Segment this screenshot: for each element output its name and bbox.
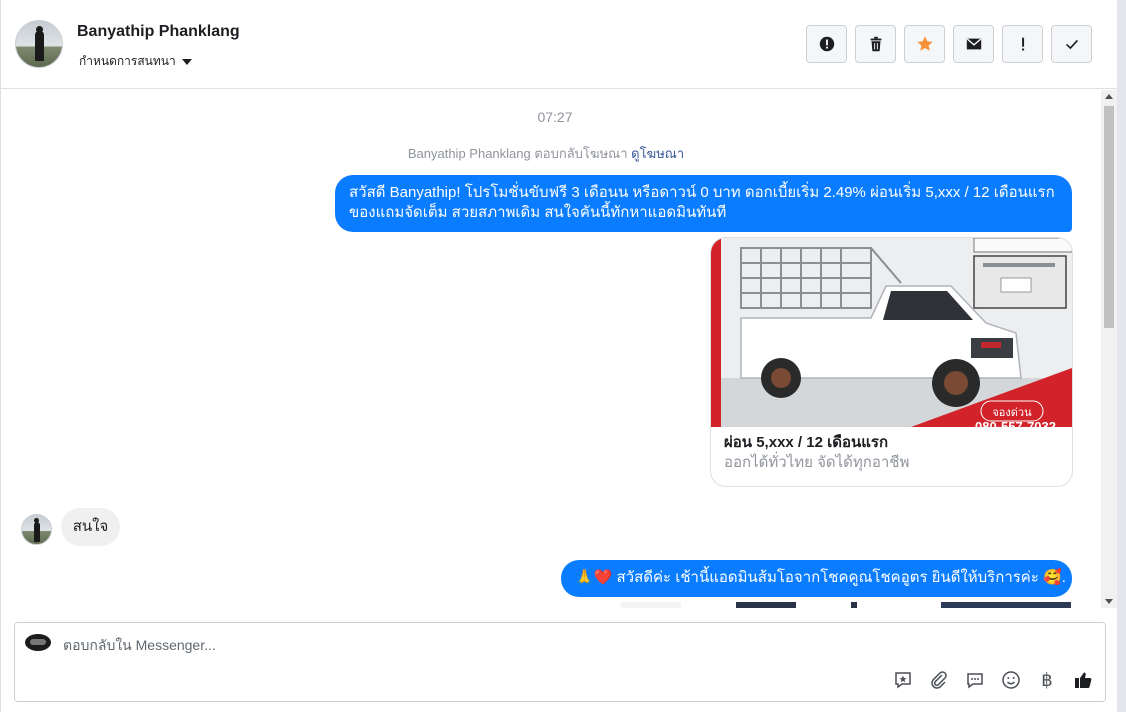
scroll-thumb[interactable] [1104, 106, 1114, 328]
alert-circle-icon [819, 36, 834, 52]
ad-card[interactable]: จองด่วน 080-557-7032 ผ่อน 5,xxx / 12 เดื… [710, 237, 1073, 487]
attachment-preview-strip [621, 601, 1071, 608]
follow-up-button[interactable] [1002, 25, 1043, 63]
paperclip-icon [931, 671, 947, 689]
outgoing-message: 🙏❤️ สวัสดีค่ะ เช้านี้แอดมินส้มโอจากโชคคู… [561, 560, 1072, 597]
avatar-figure-body [35, 31, 44, 61]
emoji-icon [1002, 671, 1020, 689]
ad-reply-text: Banyathip Phanklang ตอบกลับโฆษณา [407, 146, 628, 161]
message-composer: ฿ [14, 622, 1106, 702]
mark-spam-button[interactable] [806, 25, 847, 63]
messenger-app: Banyathip Phanklang กำหนดการสนทนา 07:27 … [0, 0, 1126, 712]
right-border [1117, 0, 1126, 712]
delete-button[interactable] [855, 25, 896, 63]
view-ad-link[interactable]: ดูโฆษณา [631, 146, 684, 161]
composer-actions: ฿ [892, 669, 1094, 691]
caret-down-icon [181, 58, 192, 65]
message-scrollbar[interactable] [1101, 90, 1117, 608]
baht-icon: ฿ [1041, 669, 1053, 691]
contact-name[interactable]: Banyathip Phanklang [77, 23, 240, 41]
contact-avatar[interactable] [15, 20, 63, 68]
scroll-up-arrow-icon[interactable] [1105, 94, 1113, 99]
mark-unread-button[interactable] [953, 25, 994, 63]
chat-bubble-icon [967, 673, 983, 689]
envelope-icon [966, 38, 981, 50]
checkmark-icon [1065, 39, 1078, 50]
thread-label-dropdown[interactable]: กำหนดการสนทนา [79, 52, 192, 71]
mark-done-button[interactable] [1051, 25, 1092, 63]
message-list: 07:27 Banyathip Phanklang ตอบกลับโฆษณา ด… [1, 90, 1101, 608]
like-button[interactable] [1072, 669, 1094, 691]
trash-icon [870, 36, 881, 52]
star-button[interactable] [904, 25, 945, 63]
attachment-thumbnails [621, 602, 1071, 608]
conversation-toolbar [806, 25, 1092, 63]
page-avatar [25, 634, 51, 651]
exclamation-icon [1021, 37, 1024, 51]
scroll-down-arrow-icon[interactable] [1105, 599, 1113, 604]
ad-reply-notice: Banyathip Phanklang ตอบกลับโฆษณา ดูโฆษณา [1, 143, 1091, 164]
ad-image-badge: จองด่วน [992, 406, 1032, 419]
incoming-message: สนใจ [61, 508, 120, 546]
pickup-truck-image: จองด่วน 080-557-7032 [711, 238, 1072, 427]
conversation-header: Banyathip Phanklang กำหนดการสนทนา [1, 0, 1117, 89]
ad-image-phone: 080-557-7032 [975, 419, 1056, 427]
quick-reply-button[interactable] [964, 669, 986, 691]
outgoing-message: สวัสดี Banyathip! โปรโมชั่นขับฟรี 3 เดือ… [335, 175, 1072, 232]
reply-input[interactable] [63, 635, 863, 655]
saved-reply-button[interactable] [892, 669, 914, 691]
avatar-figure-body [34, 522, 40, 542]
payment-button[interactable]: ฿ [1036, 669, 1058, 691]
emoji-button[interactable] [1000, 669, 1022, 691]
attach-file-button[interactable] [928, 669, 950, 691]
message-timestamp: 07:27 [537, 109, 573, 125]
saved-reply-icon [895, 672, 911, 689]
star-icon [916, 36, 933, 51]
ad-card-image: จองด่วน 080-557-7032 [711, 238, 1072, 427]
thumbs-up-icon [1075, 672, 1092, 688]
ad-card-subtitle: ออกได้ทั่วไทย จัดได้ทุกอาชีพ [724, 454, 910, 471]
thread-label-text: กำหนดการสนทนา [79, 54, 176, 68]
contact-avatar-small[interactable] [21, 514, 52, 545]
